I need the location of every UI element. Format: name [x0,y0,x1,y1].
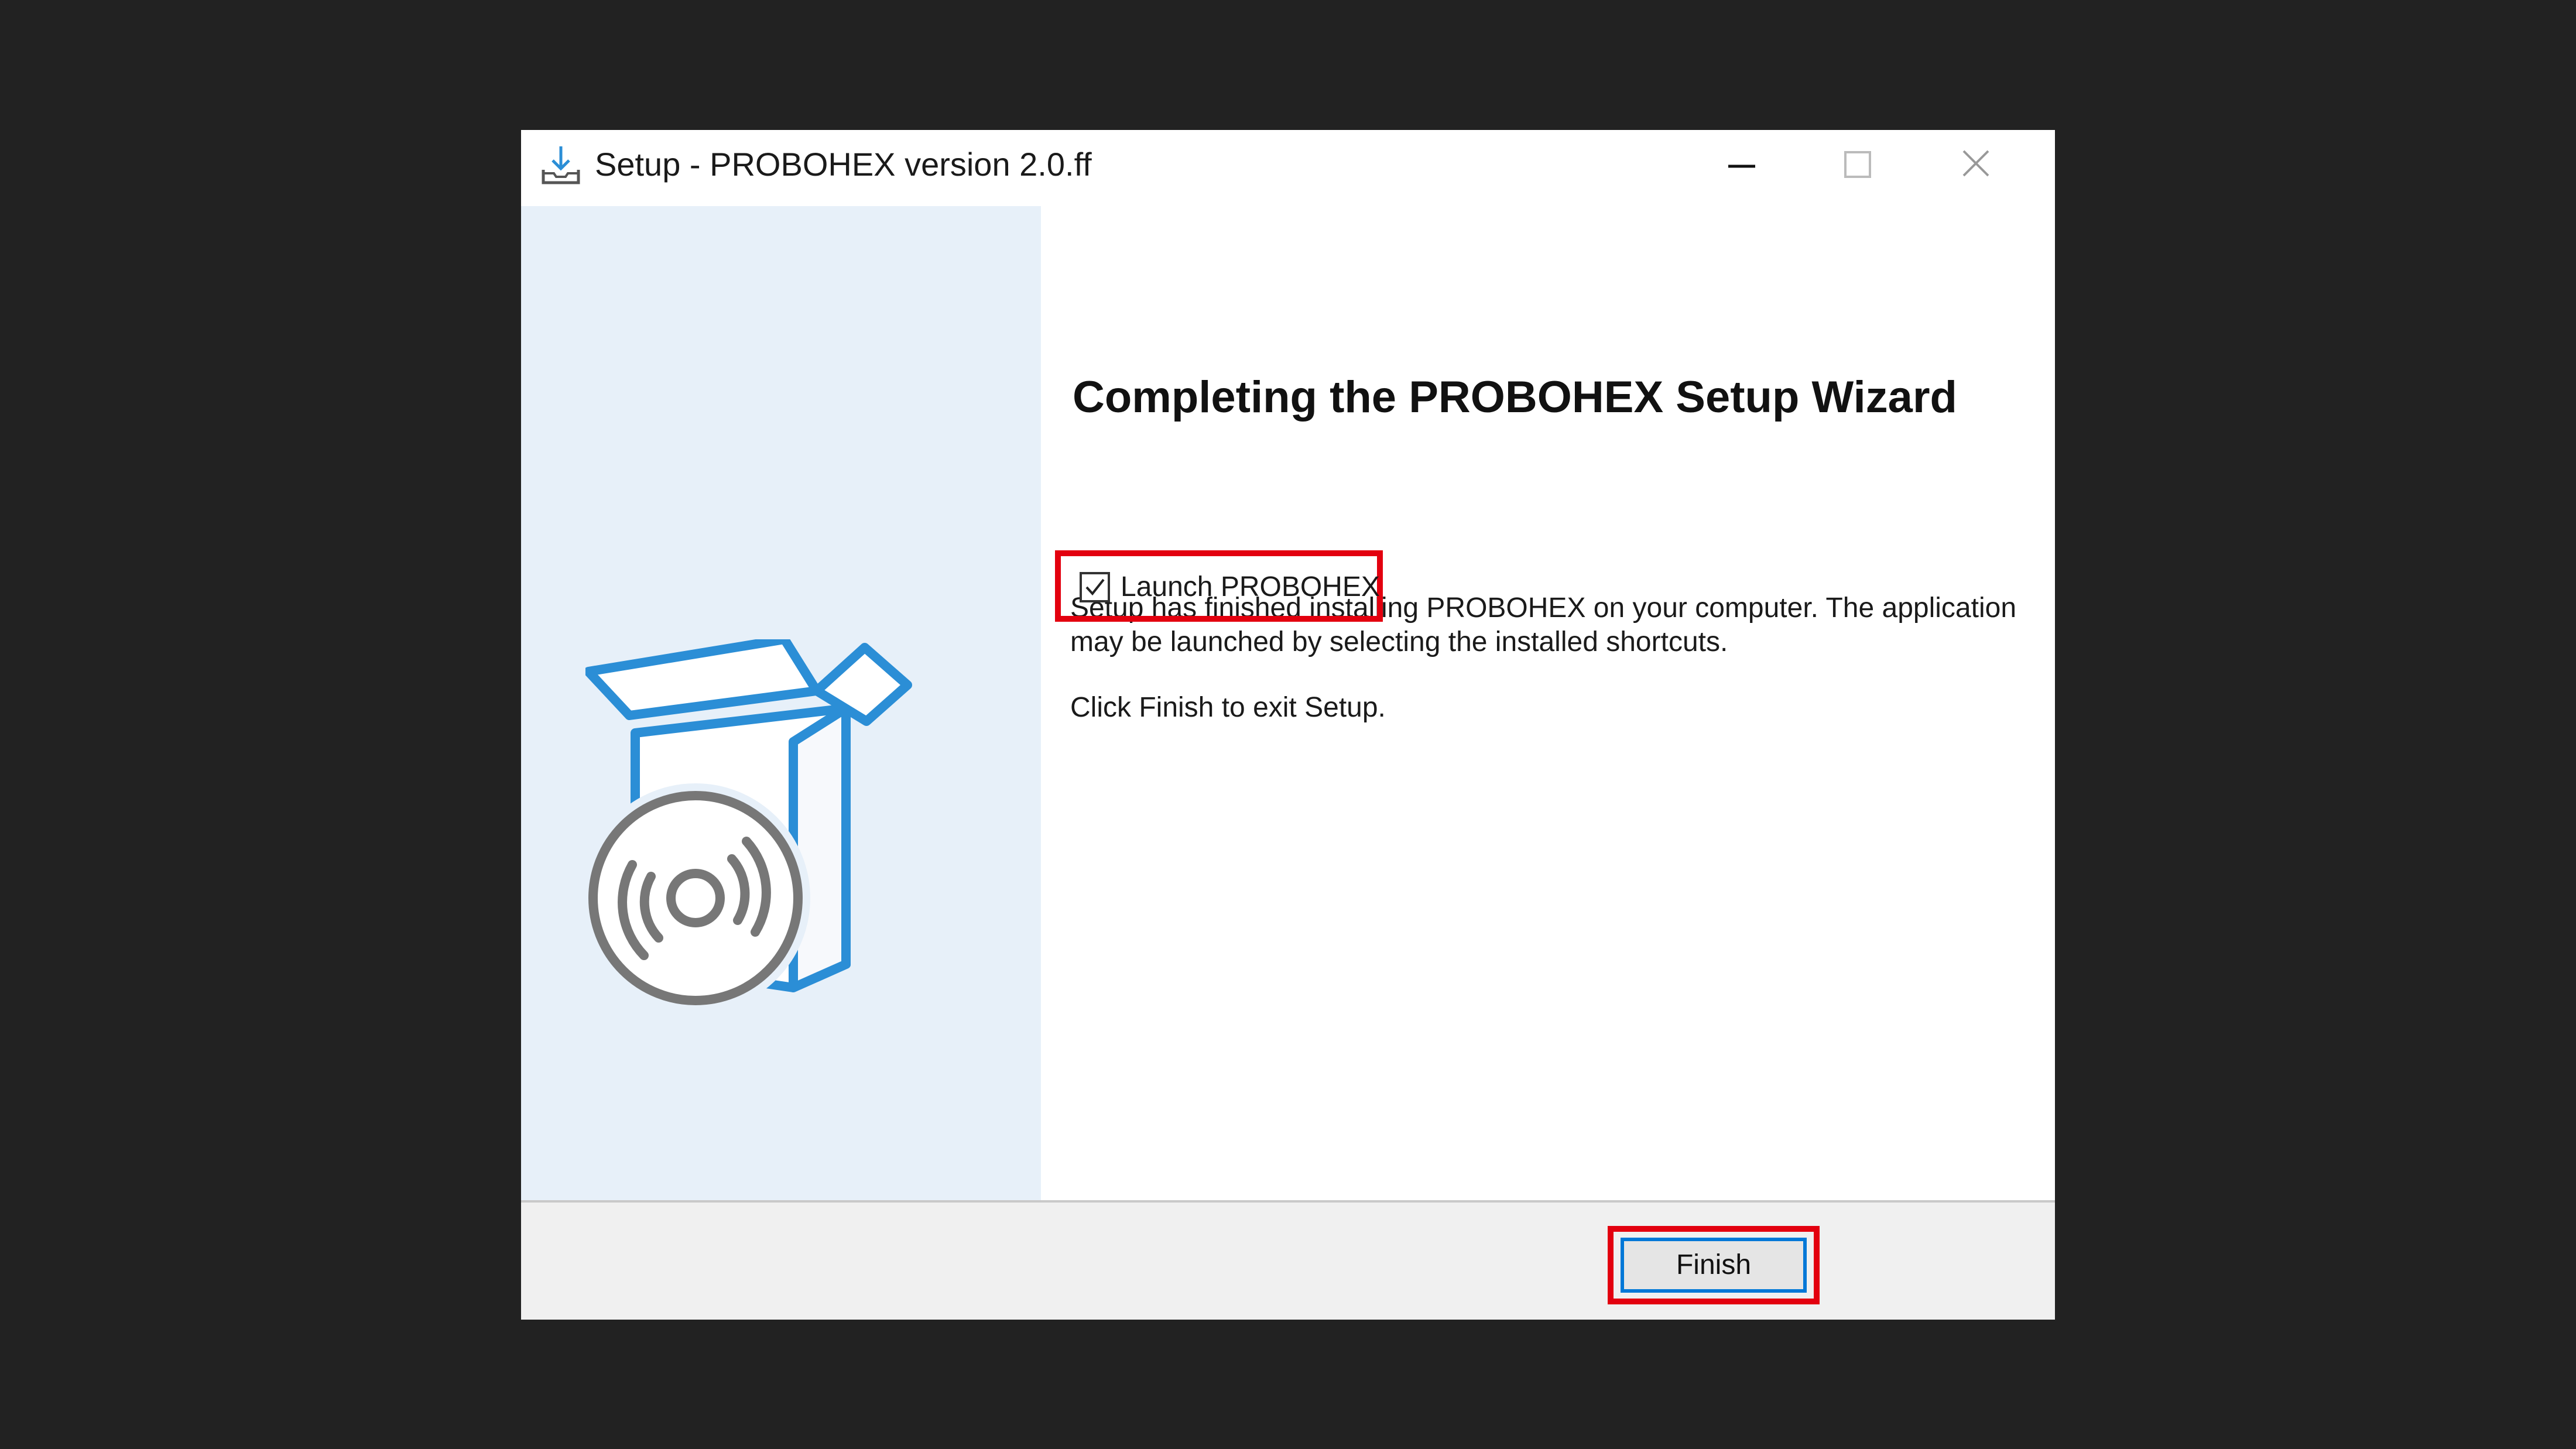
minimize-icon [1728,165,1755,168]
minimize-button[interactable] [1715,142,1768,189]
wizard-footer [521,1200,2055,1320]
checkmark-icon [1085,578,1105,596]
window-title: Setup - PROBOHEX version 2.0.ff [595,146,1092,183]
maximize-icon [1844,151,1871,178]
launch-checkbox[interactable] [1080,572,1110,602]
close-icon [1962,150,1989,177]
box-with-disc-icon [585,639,912,1008]
completion-message-line2: may be launched by selecting the install… [1070,626,1728,657]
download-tray-icon [539,143,583,187]
exit-instruction: Click Finish to exit Setup. [1070,692,1386,723]
wizard-content: Completing the PROBOHEX Setup Wizard Set… [1041,206,2055,1200]
wizard-heading: Completing the PROBOHEX Setup Wizard [1073,372,1957,422]
setup-window: Setup - PROBOHEX version 2.0.ff Completi… [521,130,2055,1320]
close-button[interactable] [1950,142,2002,189]
wizard-side-panel [521,206,1041,1200]
maximize-button[interactable] [1831,142,1884,189]
launch-checkbox-label[interactable]: Launch PROBOHEX [1121,570,1380,604]
launch-checkbox-row[interactable]: Launch PROBOHEX [1080,568,1380,607]
title-bar: Setup - PROBOHEX version 2.0.ff [521,130,2055,206]
finish-button[interactable]: Finish [1621,1238,1807,1293]
